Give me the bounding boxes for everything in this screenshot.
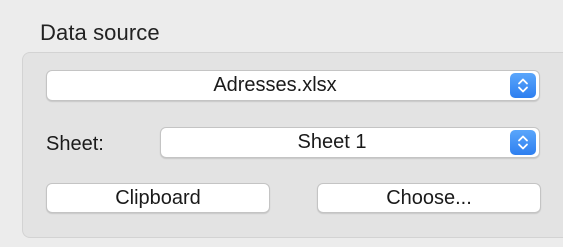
chevron-up-down-icon [510,73,536,98]
sheet-popup-button[interactable]: Sheet 1 [160,127,540,158]
chevron-up-down-icon [510,130,536,155]
clipboard-button[interactable]: Clipboard [46,183,270,213]
choose-button[interactable]: Choose... [317,183,541,213]
file-popup-value: Adresses.xlsx [213,74,337,96]
data-source-title: Data source [40,20,160,45]
sheet-label: Sheet: [46,133,104,155]
file-popup-button[interactable]: Adresses.xlsx [46,70,540,101]
sheet-popup-value: Sheet 1 [297,131,367,153]
